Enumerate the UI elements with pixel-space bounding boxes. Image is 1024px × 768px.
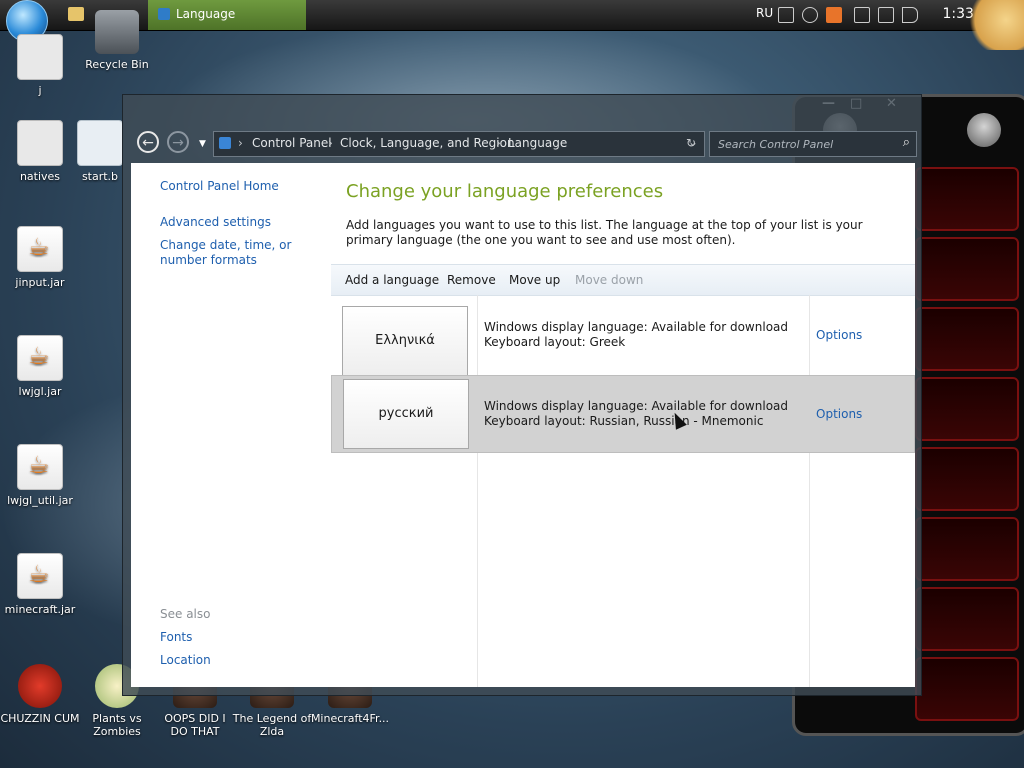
wallpaper-character-art: [964, 0, 1024, 50]
link-control-panel-home[interactable]: Control Panel Home: [160, 179, 279, 194]
volume-icon[interactable]: [902, 7, 918, 23]
move-down-button[interactable]: Move down: [575, 273, 643, 287]
desktop-icon-label: minecraft.jar: [4, 603, 76, 616]
desktop-icon-label: Plants vs Zombies: [92, 712, 142, 738]
folder-icon: [17, 120, 63, 166]
desktop-icon-start-bat[interactable]: start.b: [74, 120, 126, 183]
java-icon: [17, 444, 63, 490]
chuzzle-icon: [18, 664, 62, 708]
desktop-icon-label: lwjgl_util.jar: [7, 494, 73, 507]
taskbar-task-label: Language: [176, 7, 236, 21]
display-language-status: Windows display language: Available for …: [484, 399, 789, 413]
network-icon[interactable]: [878, 7, 894, 23]
chevron-right-icon[interactable]: ›: [328, 136, 333, 150]
recent-pages-button[interactable]: ▼: [199, 139, 206, 149]
desktop-icon-label: lwjgl.jar: [18, 385, 62, 398]
link-location[interactable]: Location: [160, 653, 211, 668]
page-description: Add languages you want to use to this li…: [346, 218, 863, 247]
forward-button[interactable]: →: [167, 131, 189, 153]
gadget-tile: [915, 377, 1019, 441]
breadcrumb-language[interactable]: Language: [508, 136, 567, 150]
alien-head-icon: [967, 113, 1001, 147]
desktop-icon-label: CHUZZIN CUM: [0, 712, 80, 725]
language-name-tile[interactable]: Ελληνικά: [342, 306, 468, 376]
refresh-button[interactable]: ↻: [679, 131, 703, 155]
breadcrumb-clock-language-region[interactable]: Clock, Language, and Region: [340, 136, 515, 150]
file-icon: [17, 34, 63, 80]
desktop-icon-label: jinput.jar: [15, 276, 65, 289]
link-advanced-settings[interactable]: Advanced settings: [160, 215, 271, 230]
input-language-indicator[interactable]: RU: [756, 6, 773, 20]
gadget-tile: [915, 657, 1019, 721]
gadget-tile: [915, 167, 1019, 231]
chevron-right-icon[interactable]: ›: [496, 136, 501, 150]
search-input[interactable]: [710, 132, 900, 156]
gadget-tile: [915, 517, 1019, 581]
sidebar: Control Panel Home Advanced settings Cha…: [131, 163, 331, 687]
link-change-date-time[interactable]: Change date, time, or number formats: [160, 238, 328, 268]
language-toolbar: Add a language Remove Move up Move down: [331, 264, 915, 296]
search-icon[interactable]: ⌕: [903, 135, 910, 150]
see-also-heading: See also: [160, 607, 211, 621]
language-row-russian[interactable]: русский Windows display language: Availa…: [331, 375, 915, 453]
recycle-bin-icon: [95, 10, 139, 54]
desktop-icon-label: start.b: [81, 170, 119, 183]
desktop-icon-label: The Legend of Zlda: [232, 712, 312, 738]
search-box[interactable]: ⌕: [709, 131, 917, 157]
options-link[interactable]: Options: [816, 407, 862, 421]
move-up-button[interactable]: Move up: [509, 273, 560, 287]
address-bar[interactable]: › Control Panel › Clock, Language, and R…: [213, 131, 705, 157]
desktop-icon-lwjgl[interactable]: lwjgl.jar: [0, 335, 80, 398]
display-language-status: Windows display language: Available for …: [484, 320, 789, 334]
desktop-icon-lwjgl-util[interactable]: lwjgl_util.jar: [0, 444, 80, 507]
desktop-icon-chuzzin[interactable]: CHUZZIN CUM: [0, 664, 80, 725]
language-name-tile[interactable]: русский: [343, 379, 469, 449]
download-icon[interactable]: [802, 7, 818, 23]
java-icon: [17, 226, 63, 272]
language-row-greek[interactable]: Ελληνικά Windows display language: Avail…: [331, 297, 915, 376]
gadget-tile: [915, 307, 1019, 371]
control-panel-icon: [158, 8, 170, 20]
java-icon: [17, 335, 63, 381]
desktop-icon-recycle-bin[interactable]: Recycle Bin: [77, 10, 157, 71]
desktop-icon-jinput[interactable]: jinput.jar: [0, 226, 80, 289]
options-link[interactable]: Options: [816, 328, 862, 342]
desktop-icon-minecraft[interactable]: minecraft.jar: [0, 553, 80, 616]
gadget-tile: [915, 447, 1019, 511]
remove-button[interactable]: Remove: [447, 273, 496, 287]
desktop-icon-label: natives: [19, 170, 61, 183]
gear-icon: [77, 120, 123, 166]
desktop-icon-j[interactable]: j: [0, 34, 80, 97]
desktop-icon-label: OOPS DID I DO THAT: [164, 712, 226, 738]
desktop-icon-label: Minecraft4Fr...: [310, 712, 390, 725]
keyboard-layout: Keyboard layout: Russian, Russian - Mnem…: [484, 414, 764, 428]
chevron-right-icon[interactable]: ›: [238, 136, 243, 150]
control-panel-icon: [219, 137, 231, 149]
link-fonts[interactable]: Fonts: [160, 630, 192, 645]
breadcrumb-control-panel[interactable]: Control Panel: [252, 136, 332, 150]
desktop-icon-label: Recycle Bin: [85, 58, 149, 71]
flag-icon[interactable]: [854, 7, 870, 23]
gadget-tile: [915, 237, 1019, 301]
language-info: Windows display language: Available for …: [484, 399, 788, 429]
main-content: Change your language preferences Add lan…: [331, 163, 915, 687]
keyboard-layout: Keyboard layout: Greek: [484, 335, 626, 349]
desktop-icon-natives[interactable]: natives: [0, 120, 80, 183]
back-button[interactable]: ←: [137, 131, 159, 153]
desktop-icon-label: j: [38, 84, 42, 97]
page-title: Change your language preferences: [346, 181, 664, 202]
add-language-button[interactable]: Add a language: [345, 273, 439, 287]
language-window: ← → ▼ › Control Panel › Clock, Language,…: [122, 94, 922, 696]
keyboard-icon[interactable]: [778, 7, 794, 23]
language-info: Windows display language: Available for …: [484, 320, 788, 350]
taskbar-button-language[interactable]: Language: [148, 0, 306, 30]
java-icon: [17, 553, 63, 599]
gadget-tile: [915, 587, 1019, 651]
app-tray-icon[interactable]: [826, 7, 842, 23]
